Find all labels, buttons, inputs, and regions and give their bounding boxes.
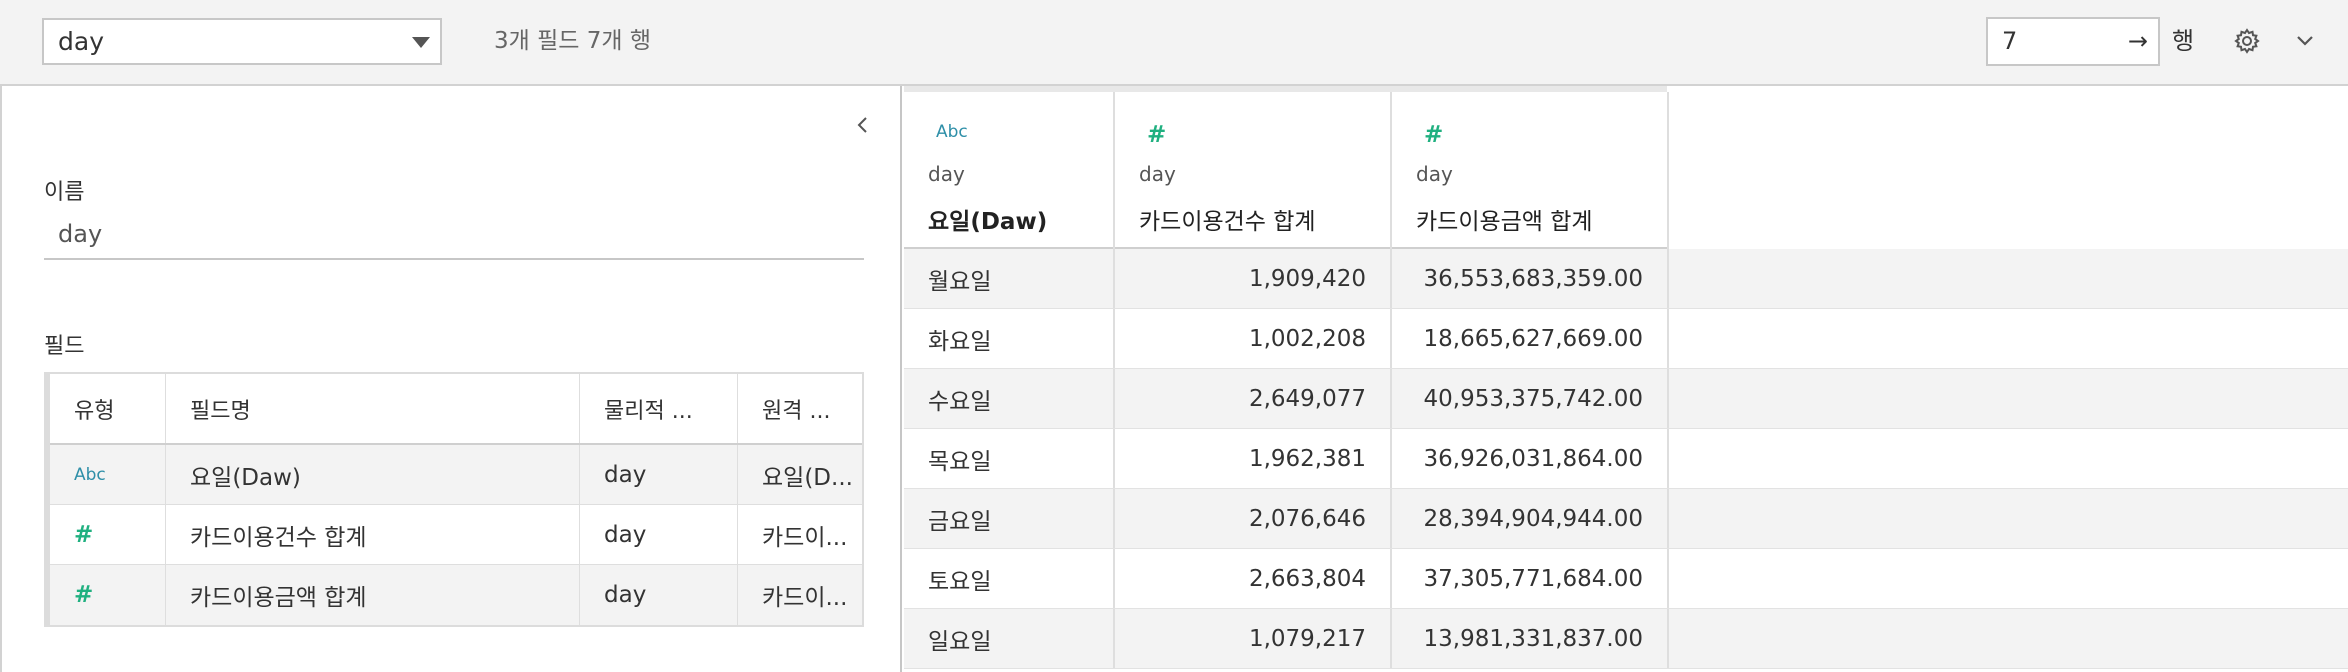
field-name-cell: 카드이용금액 합계 bbox=[166, 565, 580, 625]
table-cell: 13,981,331,837.00 bbox=[1392, 609, 1669, 668]
hash-icon[interactable]: # bbox=[1147, 122, 1166, 148]
chevron-down-icon bbox=[412, 37, 430, 48]
fields-label: 필드 bbox=[44, 334, 85, 359]
table-select-dropdown[interactable]: day bbox=[42, 18, 442, 65]
table-row[interactable]: # 카드이용건수 합계 day 카드이... bbox=[50, 505, 862, 565]
physical-cell: day bbox=[580, 505, 738, 564]
remote-cell: 카드이... bbox=[762, 585, 848, 611]
table-row[interactable]: 금요일 2,076,646 28,394,904,944.00 bbox=[904, 489, 2348, 549]
field-row-summary: 3개 필드 7개 행 bbox=[494, 28, 651, 54]
column-name: 요일(Daw) bbox=[928, 209, 1048, 235]
arrow-right-icon[interactable]: → bbox=[2128, 19, 2148, 64]
table-row[interactable]: 목요일 1,962,381 36,926,031,864.00 bbox=[904, 429, 2348, 489]
field-name-cell: 카드이용건수 합계 bbox=[166, 505, 580, 564]
table-cell: 2,076,646 bbox=[1115, 489, 1392, 548]
table-cell: 37,305,771,684.00 bbox=[1392, 549, 1669, 608]
grid-column-header[interactable]: # day 카드이용건수 합계 bbox=[1115, 92, 1392, 249]
remote-cell: 카드이... bbox=[762, 524, 848, 551]
column-name: 카드이용건수 합계 bbox=[1139, 209, 1316, 235]
table-cell: 1,079,217 bbox=[1115, 609, 1392, 668]
table-cell: 일요일 bbox=[904, 609, 1115, 668]
column-header-remote[interactable]: 원격 ... bbox=[738, 374, 864, 443]
table-row[interactable]: 월요일 1,909,420 36,553,683,359.00 bbox=[904, 249, 2348, 309]
gear-icon bbox=[2234, 28, 2260, 54]
table-details-panel: 이름 day 필드 유형 필드명 물리적 ... 원격 ... Abc 요일(D… bbox=[0, 86, 902, 672]
abc-icon[interactable]: Abc bbox=[936, 122, 968, 142]
collapse-panel-button[interactable] bbox=[850, 112, 876, 138]
table-cell: 수요일 bbox=[904, 369, 1115, 428]
table-row[interactable]: Abc 요일(Daw) day 요일(D... bbox=[50, 445, 862, 505]
data-grid: Abc day 요일(Daw) # day 카드이용건수 합계 # day 카드… bbox=[904, 86, 2348, 672]
data-grid-body: 월요일 1,909,420 36,553,683,359.00 화요일 1,00… bbox=[904, 249, 2348, 669]
column-source: day bbox=[1139, 162, 1176, 186]
expand-menu-button[interactable] bbox=[2290, 26, 2320, 56]
table-cell: 목요일 bbox=[904, 429, 1115, 488]
table-cell: 28,394,904,944.00 bbox=[1392, 489, 1669, 548]
settings-button[interactable] bbox=[2232, 26, 2262, 56]
table-row[interactable]: 토요일 2,663,804 37,305,771,684.00 bbox=[904, 549, 2348, 609]
type-cell: # bbox=[50, 565, 166, 625]
physical-cell: day bbox=[580, 445, 738, 504]
rows-count-input[interactable]: 7 → bbox=[1986, 17, 2160, 66]
table-cell: 1,909,420 bbox=[1115, 249, 1392, 308]
column-source: day bbox=[928, 162, 965, 186]
table-row[interactable]: 수요일 2,649,077 40,953,375,742.00 bbox=[904, 369, 2348, 429]
type-cell: # bbox=[50, 505, 166, 564]
table-cell: 1,002,208 bbox=[1115, 309, 1392, 368]
table-cell: 36,926,031,864.00 bbox=[1392, 429, 1669, 488]
column-source: day bbox=[1416, 162, 1453, 186]
name-input[interactable]: day bbox=[44, 214, 864, 260]
rows-count-value: 7 bbox=[2002, 27, 2018, 55]
field-name-cell: 요일(Daw) bbox=[166, 445, 580, 504]
fields-table: 유형 필드명 물리적 ... 원격 ... Abc 요일(Daw) day 요일… bbox=[44, 372, 864, 627]
table-cell: 화요일 bbox=[904, 309, 1115, 368]
table-cell: 월요일 bbox=[904, 249, 1115, 308]
column-name: 카드이용금액 합계 bbox=[1416, 209, 1593, 235]
name-input-value: day bbox=[58, 220, 103, 248]
hash-icon: # bbox=[74, 582, 94, 608]
table-cell: 40,953,375,742.00 bbox=[1392, 369, 1669, 428]
physical-cell: day bbox=[580, 565, 738, 625]
table-row[interactable]: 일요일 1,079,217 13,981,331,837.00 bbox=[904, 609, 2348, 669]
column-header-type[interactable]: 유형 bbox=[50, 374, 166, 443]
column-header-physical[interactable]: 물리적 ... bbox=[580, 374, 738, 443]
toolbar: day 3개 필드 7개 행 7 → 행 bbox=[0, 0, 2348, 86]
chevron-left-icon bbox=[857, 117, 867, 133]
table-cell: 2,663,804 bbox=[1115, 549, 1392, 608]
table-cell: 2,649,077 bbox=[1115, 369, 1392, 428]
abc-icon: Abc bbox=[74, 464, 106, 485]
name-label: 이름 bbox=[44, 180, 85, 205]
table-row[interactable]: 화요일 1,002,208 18,665,627,669.00 bbox=[904, 309, 2348, 369]
table-cell: 1,962,381 bbox=[1115, 429, 1392, 488]
rows-label: 행 bbox=[2172, 27, 2195, 55]
remote-cell: 요일(D... bbox=[762, 464, 853, 491]
grid-column-header[interactable]: Abc day 요일(Daw) bbox=[904, 92, 1115, 249]
table-row[interactable]: # 카드이용금액 합계 day 카드이... bbox=[50, 565, 862, 625]
column-header-field-name[interactable]: 필드명 bbox=[166, 374, 580, 443]
table-select-value: day bbox=[58, 27, 104, 56]
type-cell: Abc bbox=[50, 445, 166, 504]
chevron-down-icon bbox=[2297, 36, 2313, 46]
grid-column-header[interactable]: # day 카드이용금액 합계 bbox=[1392, 92, 1669, 249]
table-cell: 18,665,627,669.00 bbox=[1392, 309, 1669, 368]
hash-icon[interactable]: # bbox=[1424, 122, 1443, 148]
fields-table-header: 유형 필드명 물리적 ... 원격 ... bbox=[50, 374, 862, 445]
table-cell: 36,553,683,359.00 bbox=[1392, 249, 1669, 308]
data-grid-header: Abc day 요일(Daw) # day 카드이용건수 합계 # day 카드… bbox=[904, 86, 1669, 249]
table-cell: 금요일 bbox=[904, 489, 1115, 548]
table-cell: 토요일 bbox=[904, 549, 1115, 608]
hash-icon: # bbox=[74, 521, 94, 548]
